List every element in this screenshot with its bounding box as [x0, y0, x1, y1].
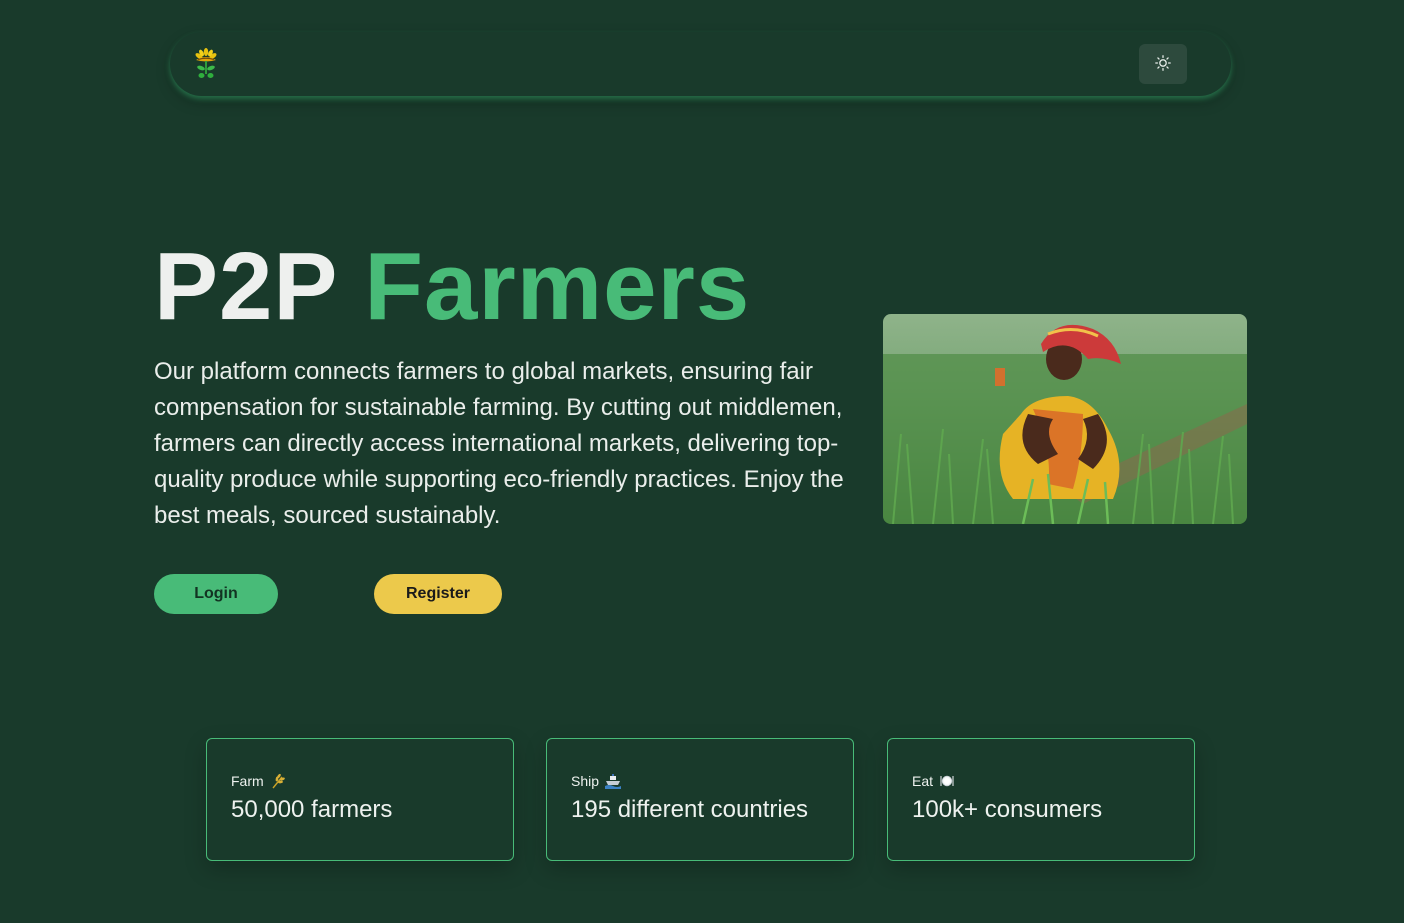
stat-card-eat: Eat 100k+ consumers — [887, 738, 1195, 861]
theme-toggle-button[interactable] — [1139, 44, 1187, 84]
plate-cutlery-icon — [939, 773, 955, 789]
hero-image — [883, 314, 1247, 524]
sunflower-logo-icon[interactable] — [190, 48, 222, 80]
wheat-icon — [270, 773, 286, 789]
hero-description: Our platform connects farmers to global … — [154, 358, 844, 529]
sun-icon — [1155, 54, 1171, 74]
stat-card-ship: Ship 195 different countries — [546, 738, 854, 861]
stat-value: 195 different countries — [571, 796, 809, 823]
stat-label-text: Ship — [571, 773, 600, 789]
navbar — [170, 32, 1231, 96]
hero-title-p2p: P2P — [154, 233, 337, 340]
hero-title-farmers: Farmers — [364, 233, 751, 340]
stat-card-label: Eat — [912, 773, 1194, 789]
stat-card-farm: Farm 50,000 farmers — [206, 738, 514, 861]
stat-card-label: Ship — [571, 773, 853, 789]
ship-icon — [605, 773, 622, 789]
register-button[interactable]: Register — [374, 574, 502, 614]
stat-label-text: Farm — [231, 773, 264, 789]
hero-title: P2P Farmers — [154, 232, 750, 342]
stat-card-label: Farm — [231, 773, 513, 789]
stat-value: 100k+ consumers — [912, 796, 1103, 823]
stat-value: 50,000 farmers — [231, 796, 393, 823]
login-button[interactable]: Login — [154, 574, 278, 614]
stat-label-text: Eat — [912, 773, 934, 789]
